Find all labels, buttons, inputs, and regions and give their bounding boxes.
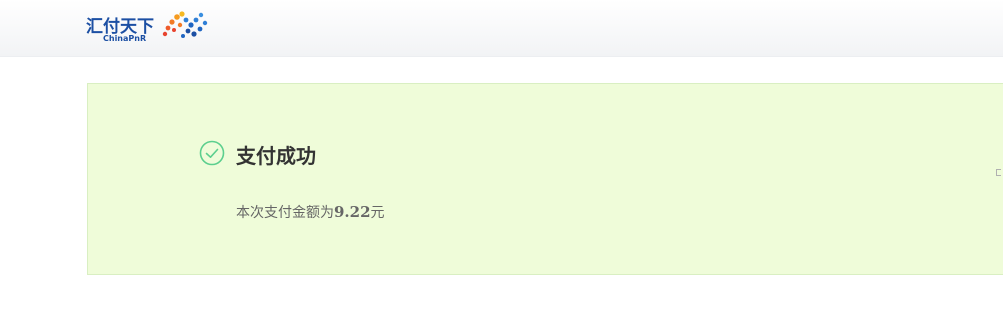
top-header: 汇付天下 ChinaPnR [0,0,1003,57]
amount-unit: 元 [370,205,385,221]
chinapnr-logo-mark-icon [162,11,208,38]
payment-success-title: 支付成功 [236,144,316,168]
amount-prefix: 本次支付金额为 [236,205,334,221]
check-circle-icon [199,140,225,166]
payment-amount-text: 本次支付金额为9.22元 [236,202,385,223]
edge-element [996,169,1001,176]
amount-value: 9.22 [334,203,371,221]
chinapnr-logo[interactable]: 汇付天下 ChinaPnR [86,6,216,48]
logo-name-en: ChinaPnR [103,34,147,43]
payment-result-panel: 支付成功 本次支付金额为9.22元 [87,83,1003,275]
